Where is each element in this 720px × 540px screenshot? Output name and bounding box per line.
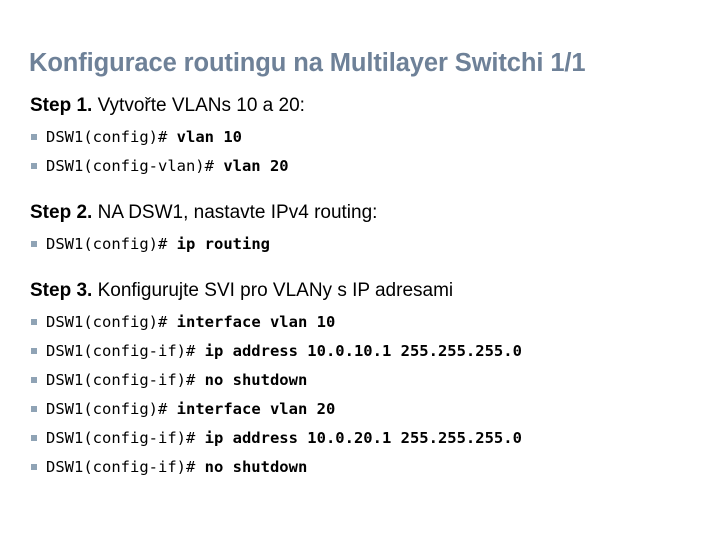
step-description: Vytvořte VLANs 10 a 20: [92, 95, 305, 116]
step-label: Step 3. [30, 280, 93, 301]
cli-command: ip address 10.0.20.1 255.255.255.0 [195, 429, 522, 447]
cli-prompt: DSW1(config)# [46, 313, 168, 331]
square-bullet-icon [31, 435, 37, 441]
square-bullet-icon [31, 134, 37, 140]
list-item: DSW1(config)# interface vlan 10 [0, 308, 720, 337]
list-item: DSW1(config)# vlan 10 [0, 123, 720, 152]
square-bullet-icon [31, 377, 37, 383]
slide-body: Step 1. Vytvořte VLANs 10 a 20: DSW1(conf… [0, 92, 720, 482]
command-list: DSW1(config)# ip routing [0, 230, 720, 259]
cli-command: no shutdown [195, 371, 308, 389]
square-bullet-icon [31, 241, 37, 247]
square-bullet-icon [31, 348, 37, 354]
list-item: DSW1(config)# ip routing [0, 230, 720, 259]
step-label: Step 1. [30, 95, 93, 116]
step-block: Step 1. Vytvořte VLANs 10 a 20: DSW1(conf… [0, 92, 720, 181]
step-block: Step 3. Konfigurujte SVI pro VLANy s IP … [0, 277, 720, 482]
square-bullet-icon [31, 464, 37, 470]
list-item: DSW1(config-if)# ip address 10.0.20.1 25… [0, 424, 720, 453]
step-block: Step 2. NA DSW1, nastavte IPv4 routing: D… [0, 199, 720, 259]
page-title: Konfigurace routingu na Multilayer Switc… [29, 49, 586, 78]
step-heading: Step 3. Konfigurujte SVI pro VLANy s IP … [30, 277, 720, 305]
cli-prompt: DSW1(config-if)# [46, 342, 196, 360]
cli-prompt: DSW1(config)# [46, 235, 168, 253]
cli-command: no shutdown [195, 458, 308, 476]
list-item: DSW1(config-vlan)# vlan 20 [0, 152, 720, 181]
cli-command: ip routing [167, 235, 270, 253]
cli-command: interface vlan 10 [167, 313, 336, 331]
square-bullet-icon [31, 163, 37, 169]
cli-command: interface vlan 20 [167, 400, 336, 418]
cli-command: vlan 10 [167, 128, 242, 146]
cli-command: vlan 20 [213, 157, 289, 175]
step-heading: Step 2. NA DSW1, nastavte IPv4 routing: [30, 199, 720, 227]
list-item: DSW1(config)# interface vlan 20 [0, 395, 720, 424]
cli-prompt: DSW1(config-if)# [46, 429, 196, 447]
cli-prompt: DSW1(config)# [46, 128, 168, 146]
slide-canvas: Konfigurace routingu na Multilayer Switc… [0, 0, 720, 540]
cli-prompt: DSW1(config-if)# [46, 371, 196, 389]
list-item: DSW1(config-if)# no shutdown [0, 366, 720, 395]
step-description: Konfigurujte SVI pro VLANy s IP adresami [92, 280, 454, 301]
cli-prompt: DSW1(config)# [46, 400, 168, 418]
list-item: DSW1(config-if)# ip address 10.0.10.1 25… [0, 337, 720, 366]
cli-command: ip address 10.0.10.1 255.255.255.0 [195, 342, 522, 360]
step-label: Step 2. [30, 202, 93, 223]
command-list: DSW1(config)# vlan 10 DSW1(config-vlan)# … [0, 123, 720, 181]
square-bullet-icon [31, 319, 37, 325]
step-heading: Step 1. Vytvořte VLANs 10 a 20: [30, 92, 720, 120]
cli-prompt: DSW1(config-if)# [46, 458, 196, 476]
square-bullet-icon [31, 406, 37, 412]
list-item: DSW1(config-if)# no shutdown [0, 453, 720, 482]
command-list: DSW1(config)# interface vlan 10 DSW1(conf… [0, 308, 720, 482]
step-description: NA DSW1, nastavte IPv4 routing: [92, 202, 378, 223]
cli-prompt: DSW1(config-vlan)# [46, 157, 214, 175]
